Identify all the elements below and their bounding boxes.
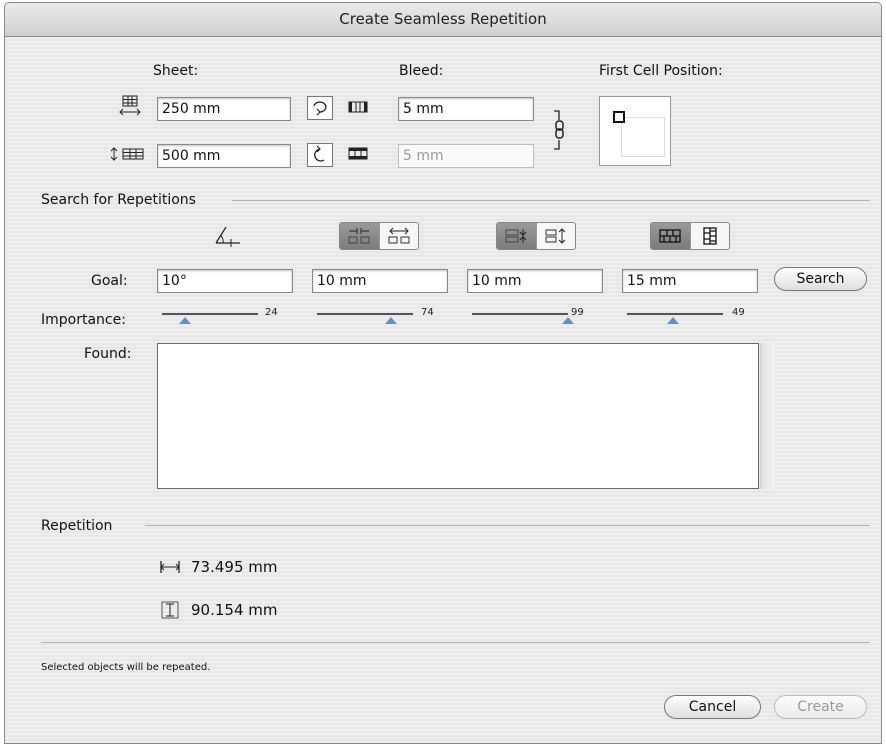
goal-spacing-input[interactable]: 15 mm	[622, 269, 758, 293]
rotate-cw-icon	[314, 145, 325, 162]
importance-value-spacing: 49	[732, 307, 745, 318]
vertical-offset-outward-icon	[545, 228, 566, 244]
grid-layout-vertical[interactable]	[689, 223, 730, 249]
importance-thumb-angle[interactable]	[179, 317, 191, 324]
offset-outward-icon	[388, 227, 410, 244]
importance-slider-spacing[interactable]	[627, 313, 723, 315]
dialog-window: Create Seamless Repetition Sheet: Bleed:…	[4, 2, 882, 744]
importance-value-angle: 24	[265, 307, 278, 318]
first-cell-marker	[613, 111, 625, 123]
horizontal-offset-option-a[interactable]	[340, 223, 379, 249]
vertical-offset-inward-icon	[505, 229, 527, 243]
search-section-title: Search for Repetitions	[41, 192, 196, 208]
importance-slider-vertical[interactable]	[472, 313, 568, 315]
importance-thumb-spacing[interactable]	[667, 317, 679, 324]
importance-thumb-horizontal[interactable]	[385, 317, 397, 324]
repetition-width-value: 73.495 mm	[191, 558, 278, 576]
goal-horizontal-input[interactable]: 10 mm	[312, 269, 448, 293]
importance-slider-angle[interactable]	[162, 313, 258, 315]
importance-value-vertical: 99	[571, 307, 584, 318]
repetition-height-value: 90.154 mm	[191, 601, 278, 619]
rotate-ccw-toggle[interactable]	[307, 96, 333, 120]
sheet-height-input[interactable]: 500 mm	[157, 144, 291, 168]
found-results-scrollbar[interactable]	[760, 343, 775, 489]
horizontal-offset-segment[interactable]	[339, 222, 419, 250]
importance-value-horizontal: 74	[421, 307, 434, 318]
sheet-width-input[interactable]: 250 mm	[157, 97, 291, 121]
search-section-divider	[232, 200, 870, 201]
found-label: Found:	[84, 346, 132, 362]
bleed-vertical-input: 5 mm	[398, 144, 534, 168]
search-button[interactable]: Search	[774, 267, 867, 291]
cancel-button[interactable]: Cancel	[664, 695, 761, 719]
footer-divider	[41, 642, 870, 643]
horizontal-offset-option-b[interactable]	[378, 223, 419, 249]
goal-vertical-input[interactable]: 10 mm	[467, 269, 603, 293]
vertical-offset-option-b[interactable]	[535, 223, 576, 249]
goal-angle-input[interactable]: 10°	[157, 269, 293, 293]
importance-label: Importance:	[41, 312, 126, 328]
link-chain-icon[interactable]	[551, 108, 569, 152]
goal-label: Goal:	[91, 273, 128, 289]
found-results-list[interactable]	[157, 343, 759, 489]
offset-inward-icon	[348, 228, 370, 244]
vertical-offset-segment[interactable]	[496, 222, 576, 250]
rotate-cw-toggle[interactable]	[307, 143, 333, 167]
bleed-horizontal-input[interactable]: 5 mm	[398, 97, 534, 121]
bleed-horizontal-icon	[348, 101, 368, 113]
sheet-height-icon	[110, 147, 144, 161]
repetition-height-icon	[161, 601, 179, 619]
repetition-section-divider	[145, 525, 870, 526]
grid-layout-segment[interactable]	[650, 222, 730, 250]
importance-thumb-vertical[interactable]	[562, 317, 574, 324]
cell-preview	[621, 117, 665, 157]
sheet-width-icon	[119, 95, 141, 116]
footer-note: Selected objects will be repeated.	[41, 662, 211, 673]
create-button: Create	[774, 695, 867, 719]
brick-horizontal-icon	[659, 229, 681, 243]
vertical-offset-option-a[interactable]	[497, 223, 536, 249]
repetition-width-icon	[160, 561, 180, 573]
first-cell-position-selector[interactable]	[599, 96, 671, 166]
importance-slider-horizontal[interactable]	[317, 313, 413, 315]
rotate-ccw-icon	[313, 101, 327, 116]
brick-vertical-icon	[703, 227, 717, 245]
first-cell-position-label: First Cell Position:	[599, 63, 723, 79]
dialog-title: Create Seamless Repetition	[5, 3, 881, 37]
angle-icon	[215, 226, 240, 247]
bleed-vertical-icon	[348, 147, 368, 160]
repetition-section-title: Repetition	[41, 518, 113, 534]
sheet-label: Sheet:	[153, 63, 199, 79]
grid-layout-horizontal[interactable]	[651, 223, 690, 249]
bleed-label: Bleed:	[399, 63, 444, 79]
